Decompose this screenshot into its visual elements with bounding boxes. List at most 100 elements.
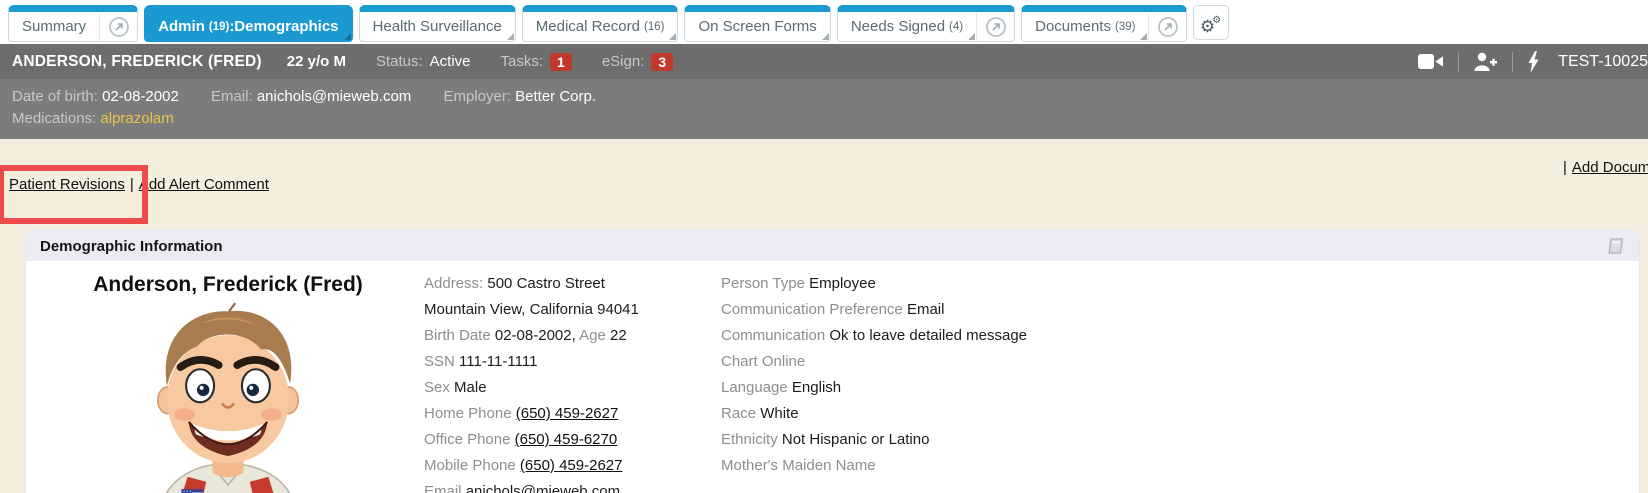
dob-value: 02-08-2002 xyxy=(102,88,179,105)
patient-display-name: Anderson, Frederick (Fred) xyxy=(32,273,424,297)
demographic-row: Communication Preference Email xyxy=(721,297,1639,323)
patient-info-bar: Date of birth: 02-08-2002 Email: anichol… xyxy=(0,79,1648,139)
tab-documents[interactable]: Documents(39) xyxy=(1021,5,1187,42)
field-value: White xyxy=(760,405,798,422)
chart-tabs: Summary Admin(19):Demographics Health Surv… xyxy=(8,5,1187,42)
patient-revisions-link[interactable]: Patient Revisions xyxy=(9,176,125,193)
settings-button[interactable]: ⚙⚙ xyxy=(1193,5,1229,40)
red-annotation-box xyxy=(0,165,148,224)
small-gear-icon: ⚙ xyxy=(1212,16,1221,26)
email-value: anichols@mieweb.com xyxy=(257,88,411,105)
demographic-row: Address: 500 Castro Street Mountain View… xyxy=(424,271,721,323)
field-value: Mountain View, California 94041 xyxy=(424,301,639,318)
dob-label: Date of birth: xyxy=(12,88,98,105)
demographic-row: Language English xyxy=(721,375,1639,401)
medications-value[interactable]: alprazolam xyxy=(100,110,173,127)
field-label: Office Phone xyxy=(424,431,510,448)
demographic-row: Mobile Phone (650) 459-2627 xyxy=(424,453,721,479)
field-label: Sex xyxy=(424,379,450,396)
phone-link[interactable]: (650) 459-6270 xyxy=(515,431,618,448)
add-document-link[interactable]: Add Document xyxy=(1572,159,1648,176)
external-link-icon[interactable] xyxy=(976,12,1014,41)
field-label: Communication Preference xyxy=(721,301,903,318)
esign-badge[interactable]: 3 xyxy=(651,53,673,71)
tab-count: (39) xyxy=(1115,20,1135,33)
chart-id: TEST-10025 xyxy=(1558,53,1648,71)
divider xyxy=(1458,52,1459,72)
tab-label: On Screen Forms xyxy=(685,12,829,41)
info-line-2: Medications: alprazolam xyxy=(12,108,1636,130)
separator: | xyxy=(130,176,134,193)
field-value: Not Hispanic or Latino xyxy=(782,431,930,448)
demographic-row: Mother's Maiden Name xyxy=(721,453,1639,479)
tab-needs-signed[interactable]: Needs Signed(4) xyxy=(837,5,1015,42)
tab-admin[interactable]: Admin(19):Demographics xyxy=(144,5,352,42)
field-label: Age xyxy=(579,327,606,344)
field-value: anichols@mieweb.com xyxy=(466,483,620,493)
info-line-1: Date of birth: 02-08-2002 Email: anichol… xyxy=(12,86,1636,108)
chart-content-area: | Add Document Patient Revisions | Add Aler… xyxy=(0,139,1648,493)
tab-label: Admin(19):Demographics xyxy=(145,12,351,41)
field-label: Birth Date xyxy=(424,327,491,344)
field-label: Race xyxy=(721,405,756,422)
tab-count: (19) xyxy=(209,20,229,33)
separator: | xyxy=(1563,159,1567,176)
demographics-right-column: Person Type Employee Communication Prefe… xyxy=(721,271,1639,493)
external-link-icon[interactable] xyxy=(1148,12,1186,41)
field-label: Language xyxy=(721,379,788,396)
tab-label: Health Surveillance xyxy=(360,12,515,41)
alert-band: | Add Document Patient Revisions | Add Aler… xyxy=(0,139,1648,222)
field-label: Email xyxy=(424,483,462,493)
status-label: Status: xyxy=(376,53,423,70)
add-person-icon[interactable] xyxy=(1473,52,1498,71)
demographics-left-column: Address: 500 Castro Street Mountain View… xyxy=(424,271,721,493)
field-label: Chart Online xyxy=(721,353,805,370)
phone-link[interactable]: (650) 459-2627 xyxy=(516,405,619,422)
tab-summary[interactable]: Summary xyxy=(8,5,138,42)
add-alert-comment-link[interactable]: Add Alert Comment xyxy=(139,176,269,193)
divider xyxy=(1512,52,1513,72)
field-value: 22 xyxy=(610,327,627,344)
demographic-row: Ethnicity Not Hispanic or Latino xyxy=(721,427,1639,453)
medications-label: Medications: xyxy=(12,110,96,127)
patient-avatar xyxy=(32,301,424,493)
field-label: Person Type xyxy=(721,275,805,292)
demographic-row: Office Phone (650) 459-6270 xyxy=(424,427,721,453)
demographic-row: Communication Ok to leave detailed messa… xyxy=(721,323,1639,349)
lightning-icon[interactable] xyxy=(1527,51,1540,73)
demographic-row: Sex Male xyxy=(424,375,721,401)
demographic-row: Email anichols@mieweb.com xyxy=(424,479,721,493)
video-camera-icon[interactable] xyxy=(1418,53,1444,70)
demographic-row: SSN 111-11-1111 xyxy=(424,349,721,375)
patient-name: ANDERSON, FREDERICK (FRED) xyxy=(12,53,262,71)
demographic-panel: Demographic Information Anderson, Freder… xyxy=(25,230,1640,493)
tab-medical-record[interactable]: Medical Record(16) xyxy=(522,5,679,42)
status-value: Active xyxy=(430,53,471,70)
patient-header-bar: ANDERSON, FREDERICK (FRED) 22 y/o M Stat… xyxy=(0,44,1648,79)
tab-on-screen-forms[interactable]: On Screen Forms xyxy=(684,5,830,42)
demographic-row: Birth Date 02-08-2002, Age 22 xyxy=(424,323,721,349)
patient-age-sex: 22 y/o M xyxy=(287,53,346,70)
phone-link[interactable]: (650) 459-2627 xyxy=(520,457,623,474)
demographic-row: Home Phone (650) 459-2627 xyxy=(424,401,721,427)
tasks-badge[interactable]: 1 xyxy=(550,53,572,71)
revision-links: Patient Revisions | Add Alert Comment xyxy=(9,176,269,193)
tasks-label: Tasks: xyxy=(501,53,544,70)
field-label: Ethnicity xyxy=(721,431,778,448)
tab-label: Summary xyxy=(9,12,99,41)
tab-label: Medical Record(16) xyxy=(523,12,678,41)
demographic-row: Chart Online xyxy=(721,349,1639,375)
patient-name-column: Anderson, Frederick (Fred) xyxy=(32,271,424,493)
add-document-linkset: | Add Document xyxy=(1563,159,1648,176)
field-value: Email xyxy=(907,301,945,318)
panel-title: Demographic Information xyxy=(40,238,223,255)
demographic-row: Race White xyxy=(721,401,1639,427)
external-link-icon[interactable] xyxy=(99,12,137,41)
tab-health-surveillance[interactable]: Health Surveillance xyxy=(359,5,516,42)
tab-label: Needs Signed(4) xyxy=(838,12,976,41)
field-label: SSN xyxy=(424,353,455,370)
panel-header: Demographic Information xyxy=(26,231,1639,261)
field-value: Ok to leave detailed message xyxy=(829,327,1027,344)
tab-label: Documents(39) xyxy=(1022,12,1148,41)
book-icon[interactable] xyxy=(1606,238,1625,254)
